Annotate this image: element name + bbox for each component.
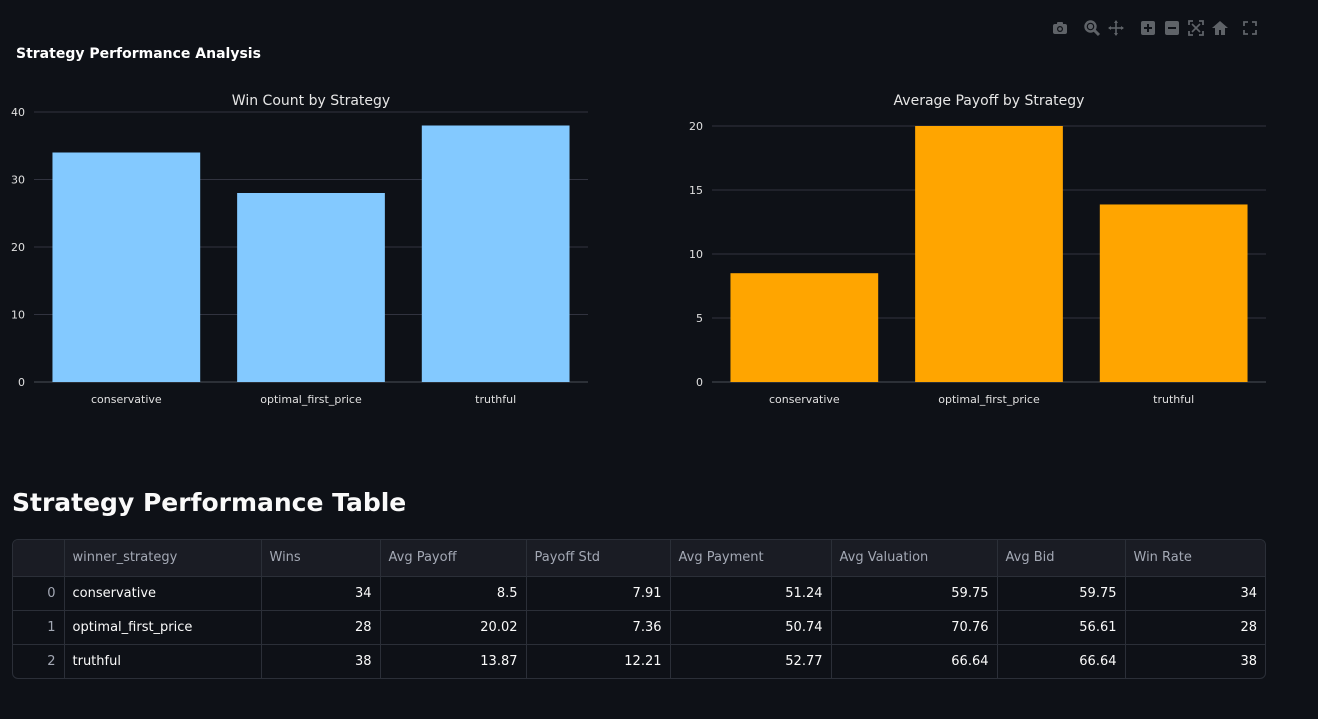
y-tick-label: 5 — [696, 312, 703, 325]
zoom-in-icon[interactable] — [1138, 18, 1158, 38]
column-header-winner-strategy[interactable]: winner_strategy — [64, 540, 262, 577]
cell-payoff-std[interactable]: 7.36 — [526, 610, 671, 645]
home-icon[interactable] — [1210, 18, 1230, 38]
table-row: 1 optimal_first_price 28 20.02 7.36 50.7… — [13, 610, 1265, 645]
cell-avg-valuation[interactable]: 66.64 — [831, 644, 998, 678]
y-tick-label: 40 — [11, 106, 25, 119]
page: Win Count by Strategy 0 10 20 30 40 conservati… — [0, 0, 1318, 719]
pan-icon[interactable] — [1106, 18, 1126, 38]
cell-wins[interactable]: 38 — [261, 644, 381, 678]
bar-truthful[interactable] — [1099, 204, 1248, 382]
bar-conservative[interactable] — [52, 152, 201, 383]
x-tick-label: truthful — [1153, 393, 1194, 406]
bar-conservative[interactable] — [730, 273, 879, 382]
row-index[interactable]: 1 — [13, 610, 65, 645]
modebar — [1048, 18, 1268, 40]
cell-payoff-std[interactable]: 7.91 — [526, 576, 671, 611]
zoom-icon[interactable] — [1082, 18, 1102, 38]
y-tick-label: 0 — [696, 376, 703, 389]
cell-win-rate[interactable]: 34 — [1125, 576, 1265, 611]
y-tick-label: 30 — [11, 174, 25, 187]
autoscale-icon[interactable] — [1186, 18, 1206, 38]
chart-1: Win Count by Strategy 0 10 20 30 40 conservati… — [11, 93, 588, 406]
column-header-win-rate[interactable]: Win Rate — [1125, 540, 1265, 577]
cell-avg-payoff[interactable]: 20.02 — [380, 610, 527, 645]
chart-title: Average Payoff by Strategy — [894, 93, 1085, 109]
cell-win-rate[interactable]: 28 — [1125, 610, 1265, 645]
y-tick-label: 0 — [18, 376, 25, 389]
cell-avg-bid[interactable]: 66.64 — [997, 644, 1126, 678]
cell-avg-bid[interactable]: 59.75 — [997, 576, 1126, 611]
cell-avg-valuation[interactable]: 70.76 — [831, 610, 998, 645]
charts-area: Win Count by Strategy 0 10 20 30 40 conservati… — [11, 93, 1266, 406]
cell-avg-payment[interactable]: 52.77 — [670, 644, 832, 678]
table-row: 0 conservative 34 8.5 7.91 51.24 59.75 5… — [13, 576, 1265, 611]
cell-avg-valuation[interactable]: 59.75 — [831, 576, 998, 611]
y-tick-label: 10 — [689, 248, 703, 261]
column-header-avg-bid[interactable]: Avg Bid — [997, 540, 1126, 577]
column-header-wins[interactable]: Wins — [261, 540, 381, 577]
cell-avg-bid[interactable]: 56.61 — [997, 610, 1126, 645]
cell-avg-payment[interactable]: 50.74 — [670, 610, 832, 645]
column-header-index[interactable] — [13, 540, 65, 577]
bar-optimal-first-price[interactable] — [237, 193, 385, 382]
y-tick-label: 15 — [689, 184, 703, 197]
camera-icon[interactable] — [1050, 18, 1070, 38]
table-title: Strategy Performance Table — [12, 488, 407, 517]
cell-wins[interactable]: 28 — [261, 610, 381, 645]
zoom-out-icon[interactable] — [1162, 18, 1182, 38]
x-tick-label: conservative — [91, 393, 162, 406]
x-tick-label: truthful — [475, 393, 516, 406]
cell-avg-payoff[interactable]: 8.5 — [380, 576, 527, 611]
x-tick-label: optimal_first_price — [938, 393, 1040, 406]
column-header-payoff-std[interactable]: Payoff Std — [526, 540, 671, 577]
cell-payoff-std[interactable]: 12.21 — [526, 644, 671, 678]
y-tick-label: 20 — [689, 120, 703, 133]
bar-optimal-first-price[interactable] — [915, 126, 1063, 382]
cell-winner-strategy[interactable]: truthful — [64, 644, 262, 678]
cell-winner-strategy[interactable]: conservative — [64, 576, 262, 611]
row-index[interactable]: 0 — [13, 576, 65, 611]
chart-title: Win Count by Strategy — [232, 93, 390, 109]
y-tick-label: 10 — [11, 309, 25, 322]
cell-winner-strategy[interactable]: optimal_first_price — [64, 610, 262, 645]
x-tick-label: conservative — [769, 393, 840, 406]
table-header-row: winner_strategy Wins Avg Payoff Payoff S… — [13, 540, 1265, 577]
table-row: 2 truthful 38 13.87 12.21 52.77 66.64 66… — [13, 644, 1265, 678]
bar-truthful[interactable] — [421, 125, 570, 383]
column-header-avg-payment[interactable]: Avg Payment — [670, 540, 832, 577]
x-tick-label: optimal_first_price — [260, 393, 362, 406]
fullscreen-icon[interactable] — [1240, 18, 1260, 38]
data-table[interactable]: winner_strategy Wins Avg Payoff Payoff S… — [12, 539, 1266, 679]
row-index[interactable]: 2 — [13, 644, 65, 678]
cell-win-rate[interactable]: 38 — [1125, 644, 1265, 678]
figure-title: Strategy Performance Analysis — [16, 46, 261, 62]
cell-avg-payment[interactable]: 51.24 — [670, 576, 832, 611]
cell-wins[interactable]: 34 — [261, 576, 381, 611]
cell-avg-payoff[interactable]: 13.87 — [380, 644, 527, 678]
column-header-avg-valuation[interactable]: Avg Valuation — [831, 540, 998, 577]
column-header-avg-payoff[interactable]: Avg Payoff — [380, 540, 527, 577]
y-tick-label: 20 — [11, 241, 25, 254]
chart-2: Average Payoff by Strategy 0 5 10 15 20 conser… — [689, 93, 1266, 406]
